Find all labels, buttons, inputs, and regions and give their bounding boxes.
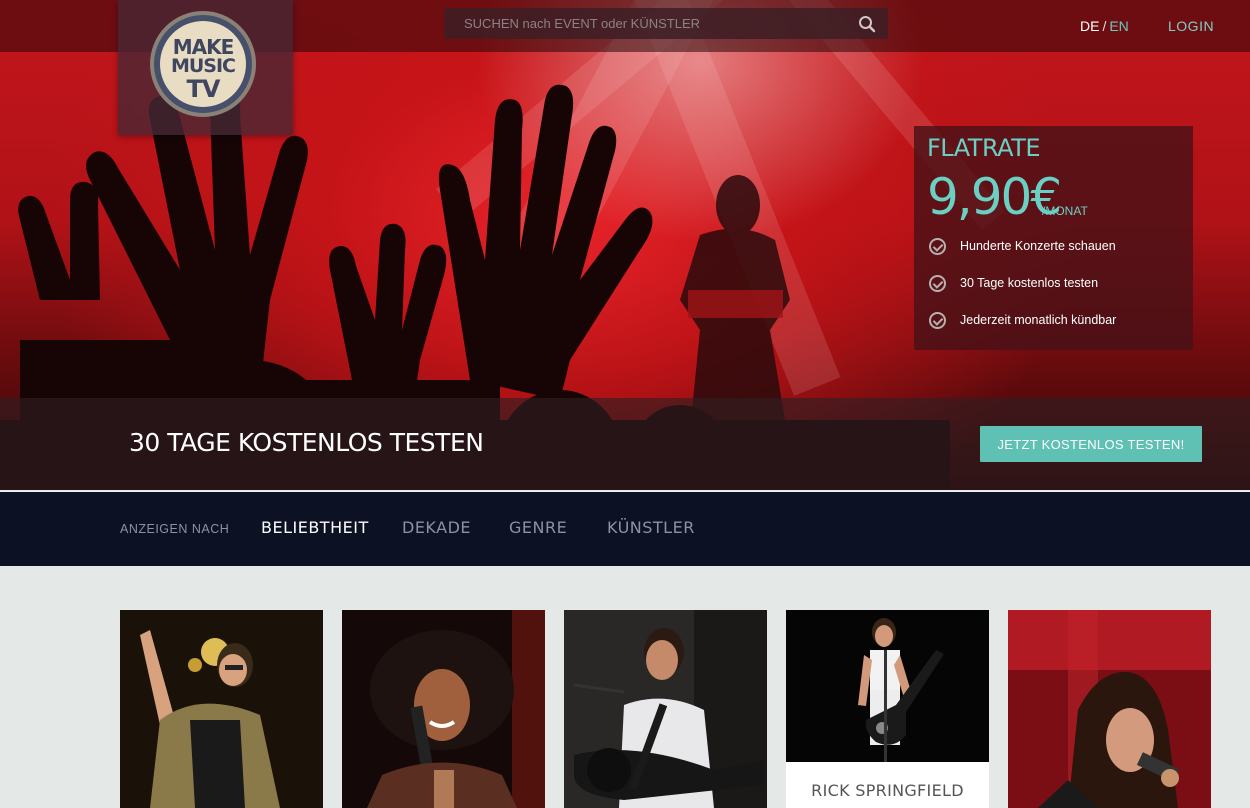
artist-photo [564,610,767,808]
logo-text-music: MUSIC [170,55,236,77]
offer-label: FLATRATE [927,134,1041,162]
logo-link[interactable]: MAKE MUSIC TV [118,0,293,135]
tab-beliebtheit[interactable]: BELIEBTHEIT [261,518,369,537]
card-caption: RICK SPRINGFIELD [786,762,989,808]
start-free-trial-button[interactable]: JETZT KOSTENLOS TESTEN! [980,426,1202,462]
sort-label: ANZEIGEN NACH [120,522,230,536]
offer-period: /MONAT [1042,204,1088,218]
check-circle-icon [929,312,946,329]
search-input[interactable] [444,8,844,39]
makemusic-logo: MAKE MUSIC TV [150,11,256,117]
offer-feature: Hunderte Konzerte schauen [929,238,1116,275]
concert-card[interactable] [1008,610,1211,808]
tab-genre[interactable]: GENRE [509,518,567,537]
check-circle-icon [929,275,946,292]
offer-feature: Jederzeit monatlich kündbar [929,312,1116,349]
concert-card[interactable]: RICK SPRINGFIELD [786,610,989,808]
lang-de-link[interactable]: DE [1080,18,1099,34]
concert-card[interactable] [120,610,323,808]
concert-card[interactable] [564,610,767,808]
logo-text-tv: TV [186,75,221,103]
search-icon[interactable] [858,15,876,38]
flatrate-offer-box: FLATRATE 9,90€ /MONAT Hunderte Konzerte … [914,126,1193,350]
trial-banner-text: 30 TAGE KOSTENLOS TESTEN [129,428,484,457]
offer-feature: 30 Tage kostenlos testen [929,275,1116,312]
artist-photo [120,610,323,808]
language-switcher: DE / EN [1080,18,1129,34]
check-circle-icon [929,238,946,255]
artist-photo [342,610,545,808]
tab-dekade[interactable]: DEKADE [402,518,471,537]
login-link[interactable]: LOGIN [1168,18,1214,34]
concert-card[interactable] [342,610,545,808]
artist-photo [1008,610,1211,808]
logo-badge: MAKE MUSIC TV [160,21,246,107]
tab-kuenstler[interactable]: KÜNSTLER [607,518,695,537]
offer-features-list: Hunderte Konzerte schauen 30 Tage kosten… [929,238,1116,349]
lang-en-link[interactable]: EN [1109,18,1128,34]
search-box [444,8,888,39]
offer-price: 9,90€ [927,168,1062,226]
hero-banner: MAKE MUSIC TV DE/EN LOGIN FLATRATE 9,90€… [0,0,1250,490]
lang-separator: / [1102,18,1107,34]
sort-filter-bar: ANZEIGEN NACH BELIEBTHEIT DEKADE GENRE K… [0,491,1250,566]
